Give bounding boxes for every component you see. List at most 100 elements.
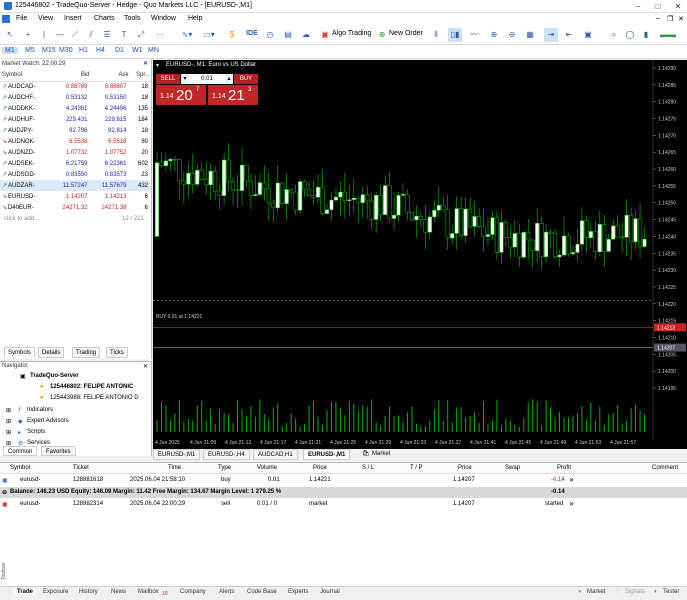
market-watch-row[interactable]: ↗AUDDKK- 4.24361 4.24496 135: [0, 103, 150, 114]
tf-w1[interactable]: W1: [132, 47, 143, 54]
col-comment[interactable]: Comment: [652, 465, 678, 471]
tab-symbols[interactable]: Symbols: [4, 347, 36, 358]
tf-mn[interactable]: MN: [148, 47, 159, 54]
algo-trading-icon[interactable]: ▣: [320, 28, 330, 42]
trendline-icon[interactable]: ⟋: [68, 28, 82, 42]
market-watch-row[interactable]: ↗AUDJPY- 92.796 92.814 18: [0, 125, 150, 136]
menu-window[interactable]: Window: [151, 15, 176, 22]
line-chart-icon[interactable]: 〰: [468, 28, 480, 42]
col-ticket[interactable]: Ticket: [73, 465, 89, 471]
col-sl[interactable]: S / L: [362, 465, 374, 471]
market-watch-close-icon[interactable]: ✕: [143, 60, 148, 67]
market-icon[interactable]: $: [226, 28, 238, 42]
col-price[interactable]: Price: [313, 465, 327, 471]
sell-button[interactable]: SELL: [156, 74, 180, 84]
fibonacci-icon[interactable]: ☰: [100, 28, 114, 42]
profiler-icon[interactable]: ◷: [264, 28, 276, 42]
chart-shift-icon[interactable]: ⇤: [562, 28, 576, 42]
tab-trading[interactable]: Trading: [72, 347, 101, 358]
col-volume[interactable]: Volume: [257, 465, 277, 471]
buy-price-box[interactable]: 1.14 21 3: [208, 85, 258, 105]
status-tester[interactable]: Tester: [663, 589, 679, 595]
navigator-account[interactable]: 125443988: FELIPE ANTONIO D: [50, 395, 139, 401]
tab-alerts[interactable]: Alerts: [219, 589, 234, 595]
tab-company[interactable]: Company: [180, 589, 206, 595]
shapes-icon[interactable]: ⤢: [134, 28, 148, 42]
vertical-line-icon[interactable]: |: [38, 28, 50, 42]
screenshot-icon[interactable]: ▣: [582, 28, 594, 42]
lot-decrease-button[interactable]: ▾: [181, 74, 189, 84]
position-row[interactable]: ▣ eurusd- 128881618 2025.06.04 21:58:10 …: [0, 475, 687, 486]
col-current-price[interactable]: Price: [458, 465, 472, 471]
col-bid[interactable]: Bid: [50, 70, 90, 82]
navigator-indicators[interactable]: Indicators: [27, 407, 53, 413]
chart-tab[interactable]: AUDCAD,H1: [253, 449, 298, 460]
menu-restore[interactable]: ❐: [667, 15, 673, 23]
channel-icon[interactable]: ⫽: [84, 28, 98, 42]
menu-help[interactable]: Help: [188, 15, 202, 22]
navigator-scripts[interactable]: Scripts: [27, 429, 45, 435]
more-tools-icon[interactable]: ⋯: [154, 28, 166, 42]
col-spread[interactable]: Spr...: [128, 70, 150, 82]
cloud-icon[interactable]: ☁: [300, 28, 312, 42]
search-icon[interactable]: ⌕: [608, 28, 620, 42]
horizontal-line-icon[interactable]: —: [54, 28, 66, 42]
tile-windows-icon[interactable]: ▦: [524, 28, 536, 42]
ide-button[interactable]: IDE: [246, 30, 258, 37]
expand-icon[interactable]: ⊞: [6, 407, 11, 414]
cursor-icon[interactable]: ↖: [4, 28, 16, 42]
signal-icon[interactable]: ▮: [640, 28, 652, 42]
collapse-icon[interactable]: ⊖: [2, 489, 7, 496]
market-watch-row[interactable]: ↘AUDNOK- 6.5538 6.5618 80: [0, 136, 150, 147]
tab-code-base[interactable]: Code Base: [247, 589, 277, 595]
tf-m1[interactable]: M1: [2, 47, 18, 54]
market-watch-row[interactable]: ↗AUDHUF- 229.431 229.615 184: [0, 114, 150, 125]
text-icon[interactable]: T: [118, 28, 130, 42]
tab-journal[interactable]: Journal: [320, 589, 340, 595]
col-profit[interactable]: Profit: [557, 465, 571, 471]
buy-position-label[interactable]: BUY 0.01 at 1.14221: [156, 314, 202, 320]
price-chart[interactable]: 1.14290 1.14285 1.14280 1.14275 1.14270 1.142…: [153, 60, 687, 449]
navigator-account-active[interactable]: 125446802: FELIPE ANTONIC: [50, 384, 133, 390]
col-swap[interactable]: Swap: [505, 465, 520, 471]
market-watch-row[interactable]: ↗AUDCHF- 0.53132 0.53150 18: [0, 92, 150, 103]
tf-m30[interactable]: M30: [59, 47, 73, 54]
candlestick-icon[interactable]: ▯▮: [448, 28, 462, 42]
navigator-close-icon[interactable]: ✕: [143, 363, 148, 370]
cancel-order-icon[interactable]: ✕: [569, 501, 574, 508]
status-market[interactable]: Market: [587, 589, 605, 595]
chart-menu-icon[interactable]: ▾: [156, 62, 159, 69]
tab-ticks[interactable]: Ticks: [106, 347, 128, 358]
navigator-expert-advisors[interactable]: Expert Advisors: [27, 418, 69, 424]
zoom-in-icon[interactable]: ⊕: [488, 28, 500, 42]
market-watch-row[interactable]: ↘D40EUR- 24271.32 24271.38 6: [0, 202, 150, 213]
zoom-out-icon[interactable]: ⊖: [506, 28, 518, 42]
console-icon[interactable]: ▤: [282, 28, 294, 42]
col-ask[interactable]: Ask: [89, 70, 129, 82]
col-time[interactable]: Time: [168, 465, 181, 471]
market-watch-row[interactable]: ↗AUDZAR- 11.57247 11.57679 432: [0, 180, 150, 191]
col-symbol[interactable]: Symbol: [0, 70, 51, 82]
col-type[interactable]: Type: [218, 465, 231, 471]
tab-mailbox[interactable]: Mailbox: [138, 589, 159, 595]
sell-price-box[interactable]: 1.14 20 7: [156, 85, 206, 105]
tf-m15[interactable]: M15: [42, 47, 56, 54]
user-icon[interactable]: ◯: [624, 28, 636, 42]
buy-button[interactable]: BUY: [234, 74, 258, 84]
tf-m5[interactable]: M5: [25, 47, 35, 54]
close-position-icon[interactable]: ✕: [569, 477, 574, 484]
menu-charts[interactable]: Charts: [94, 15, 115, 22]
add-symbol-hint[interactable]: click to add...: [4, 216, 39, 222]
templates-icon[interactable]: ▭▾: [200, 28, 218, 42]
new-order-icon[interactable]: ⊕: [377, 28, 387, 42]
menu-tools[interactable]: Tools: [124, 15, 140, 22]
tf-d1[interactable]: D1: [115, 47, 124, 54]
tab-exposure[interactable]: Exposure: [43, 589, 68, 595]
new-order-button[interactable]: New Order: [389, 30, 423, 37]
market-watch-row[interactable]: ↗AUDCAD- 0.88789 0.88807 18: [0, 81, 150, 92]
chart-tab-market[interactable]: Market: [368, 449, 394, 460]
menu-close[interactable]: ✕: [678, 15, 684, 23]
market-watch-row[interactable]: ↘AUDNZD- 1.07732 1.07752 20: [0, 147, 150, 158]
market-watch-row[interactable]: ↗AUDSGD- 0.83550 0.83573 23: [0, 169, 150, 180]
expand-icon[interactable]: ⊞: [6, 418, 11, 425]
